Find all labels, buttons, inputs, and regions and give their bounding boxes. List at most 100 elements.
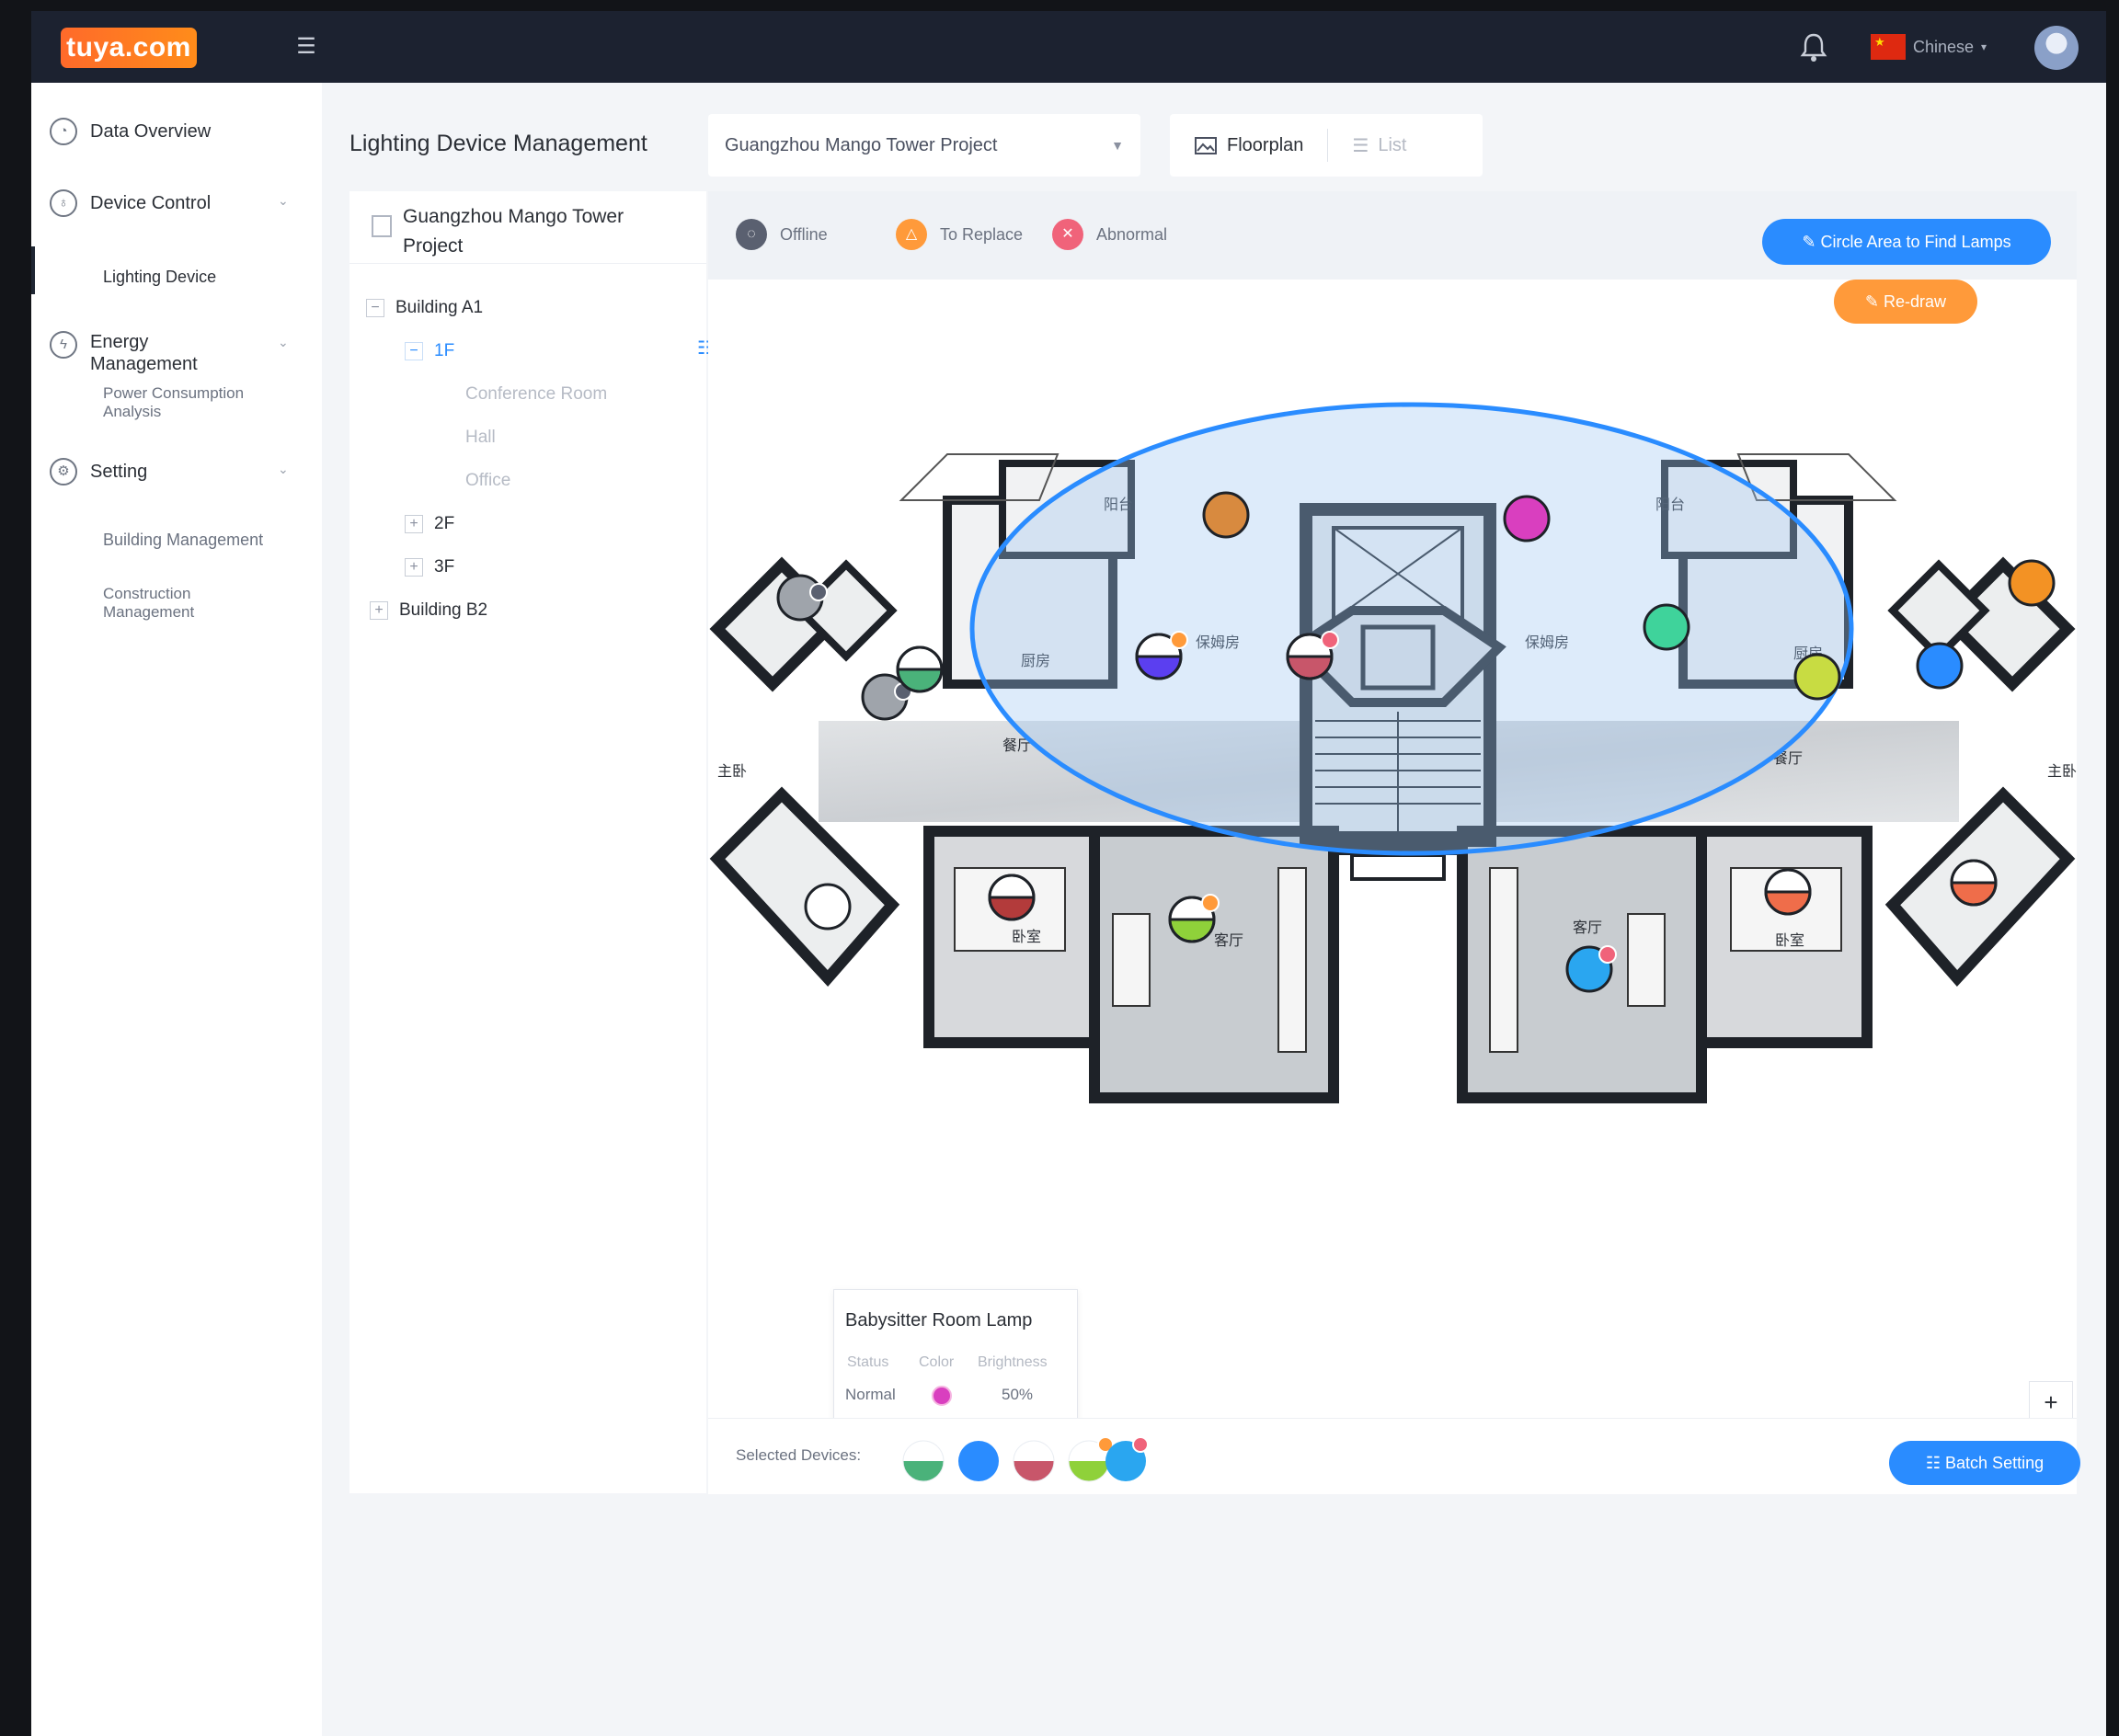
offline-icon: ◌ [736,219,767,250]
tree-node-label: 1F [434,341,455,360]
chevron-down-icon[interactable]: ⌄ [278,193,289,209]
china-flag-icon [1871,34,1906,60]
floorplan-view-button[interactable]: Floorplan [1170,129,1329,162]
lamp-marker [1916,642,1964,690]
expand-icon[interactable]: + [370,601,388,620]
tree-node-3f[interactable]: + 3F [405,557,454,577]
lamp-marker [1202,491,1250,539]
warning-badge [1170,631,1188,649]
list-icon: ☰ [1352,135,1369,156]
nav-lighting-device[interactable]: Lighting Device [103,267,216,287]
legend-label: To Replace [940,224,1024,244]
selected-devices-bar: Selected Devices: ☷ Batch Setting [708,1418,2080,1494]
tree-node-2f[interactable]: + 2F [405,514,454,534]
list-view-button[interactable]: ☰ List [1328,129,1430,162]
notification-bell-icon[interactable] [1795,29,1832,66]
tree-node-label: Office [465,471,511,490]
tooltip-brightness-header: Brightness [978,1354,1048,1370]
bulb-icon: ♁ [50,189,77,217]
expand-icon[interactable]: + [405,515,423,533]
legend-label: Abnormal [1096,224,1168,244]
lamp-marker [804,883,852,931]
chevron-down-icon[interactable]: ⌄ [278,462,289,477]
lamp-marker [1643,603,1690,651]
collapse-icon[interactable]: − [405,342,423,360]
tree-node-hall[interactable]: Hall [465,428,496,448]
tooltip-status: Normal [845,1386,896,1403]
tree-node-label: Building A1 [395,298,484,317]
tooltip-color-header: Color [919,1354,955,1370]
tree-node-label: Building B2 [399,600,488,620]
circle-area-button[interactable]: ✎ Circle Area to Find Lamps [1762,219,2051,265]
legend-offline: ◌ Offline [736,219,828,250]
collapse-icon[interactable]: − [366,299,384,317]
list-label: List [1378,134,1407,155]
lamp-tooltip: Babysitter Room Lamp Status Color Bright… [833,1289,1078,1425]
label-master-left: 主卧 [717,762,747,780]
nav-building-management[interactable]: Building Management [103,530,263,550]
lamp-marker [2008,559,2056,607]
floorplan-label: Floorplan [1227,134,1304,155]
chevron-down-icon: ▼ [1111,138,1124,153]
label-bedroom-right: 卧室 [1775,931,1804,949]
legend-label: Offline [780,224,828,244]
tree-node-conference-room[interactable]: Conference Room [465,384,607,405]
building-tree: Guangzhou Mango Tower Project − Building… [349,191,714,1493]
selection-ellipse [969,402,1854,856]
nav-power-consumption[interactable]: Power Consumption Analysis [103,384,287,421]
tree-node-building-a1[interactable]: − Building A1 [366,298,483,318]
sliders-icon: ☷ [1925,1454,1941,1472]
language-selector[interactable]: Chinese ▾ [1871,33,1987,61]
tree-node-1f[interactable]: − 1F [405,341,454,361]
chevron-down-icon[interactable]: ⌄ [278,335,289,350]
nav-label: Device Control [90,193,212,213]
tree-node-office[interactable]: Office [465,471,510,491]
edit-icon: ✎ [1802,233,1816,251]
warning-icon: △ [896,219,927,250]
batch-setting-label: Batch Setting [1945,1454,2045,1472]
building-icon [372,215,392,237]
tooltip-brightness: 50% [1002,1386,1034,1403]
label-master-right: 主卧 [2047,762,2077,780]
lamp-marker [1793,653,1841,701]
label-living-right: 客厅 [1573,919,1602,936]
abnormal-badge [1598,945,1617,964]
tree-node-label: Conference Room [465,384,608,404]
top-bar: tuya.com ☰ Chinese ▾ [31,11,2106,83]
batch-setting-button[interactable]: ☷ Batch Setting [1889,1441,2080,1485]
legend-abnormal: ✕ Abnormal [1052,219,1167,250]
tooltip-color-swatch [932,1386,952,1406]
expand-icon[interactable]: + [405,558,423,577]
app-window: tuya.com ☰ Chinese ▾ ◔ Data Overview ♁ D… [31,11,2106,1736]
offline-badge [809,583,828,601]
sidebar: ◔ Data Overview ♁ Device Control ⌄ Light… [31,83,322,1736]
chevron-down-icon: ▾ [1981,40,1987,53]
nav-construction-management[interactable]: Construction Management [103,585,232,622]
abnormal-badge [1132,1436,1149,1453]
redraw-button[interactable]: ✎ Re-draw [1834,280,1977,324]
project-select[interactable]: Guangzhou Mango Tower Project ▼ [708,114,1140,177]
warning-badge [1201,894,1220,912]
abnormal-badge [1321,631,1339,649]
selected-device-chip [958,1441,999,1481]
project-select-value: Guangzhou Mango Tower Project [725,135,998,155]
brand-logo[interactable]: tuya.com [61,28,197,68]
tooltip-title: Babysitter Room Lamp [845,1310,1033,1331]
status-legend: ◌ Offline △ To Replace ✕ Abnormal ✎ Circ… [708,191,2077,280]
floorplan-icon [1195,137,1217,154]
user-avatar[interactable] [2034,26,2079,70]
page-title: Lighting Device Management [349,131,647,156]
tree-root[interactable]: Guangzhou Mango Tower Project [349,191,706,264]
tooltip-status-header: Status [847,1354,889,1370]
view-toggle: Floorplan ☰ List [1170,114,1483,177]
selected-devices-list [902,1436,1149,1482]
tree-node-label: Hall [465,428,496,447]
nav-label: Setting [90,462,148,482]
menu-toggle-icon[interactable]: ☰ [294,35,318,59]
tree-node-building-b2[interactable]: + Building B2 [370,600,487,621]
circle-area-label: Circle Area to Find Lamps [1820,233,2011,251]
redraw-label: Re-draw [1884,292,1947,311]
legend-to-replace: △ To Replace [896,219,1023,250]
label-bedroom-left: 卧室 [1012,928,1041,945]
tree-node-label: 3F [434,557,455,577]
